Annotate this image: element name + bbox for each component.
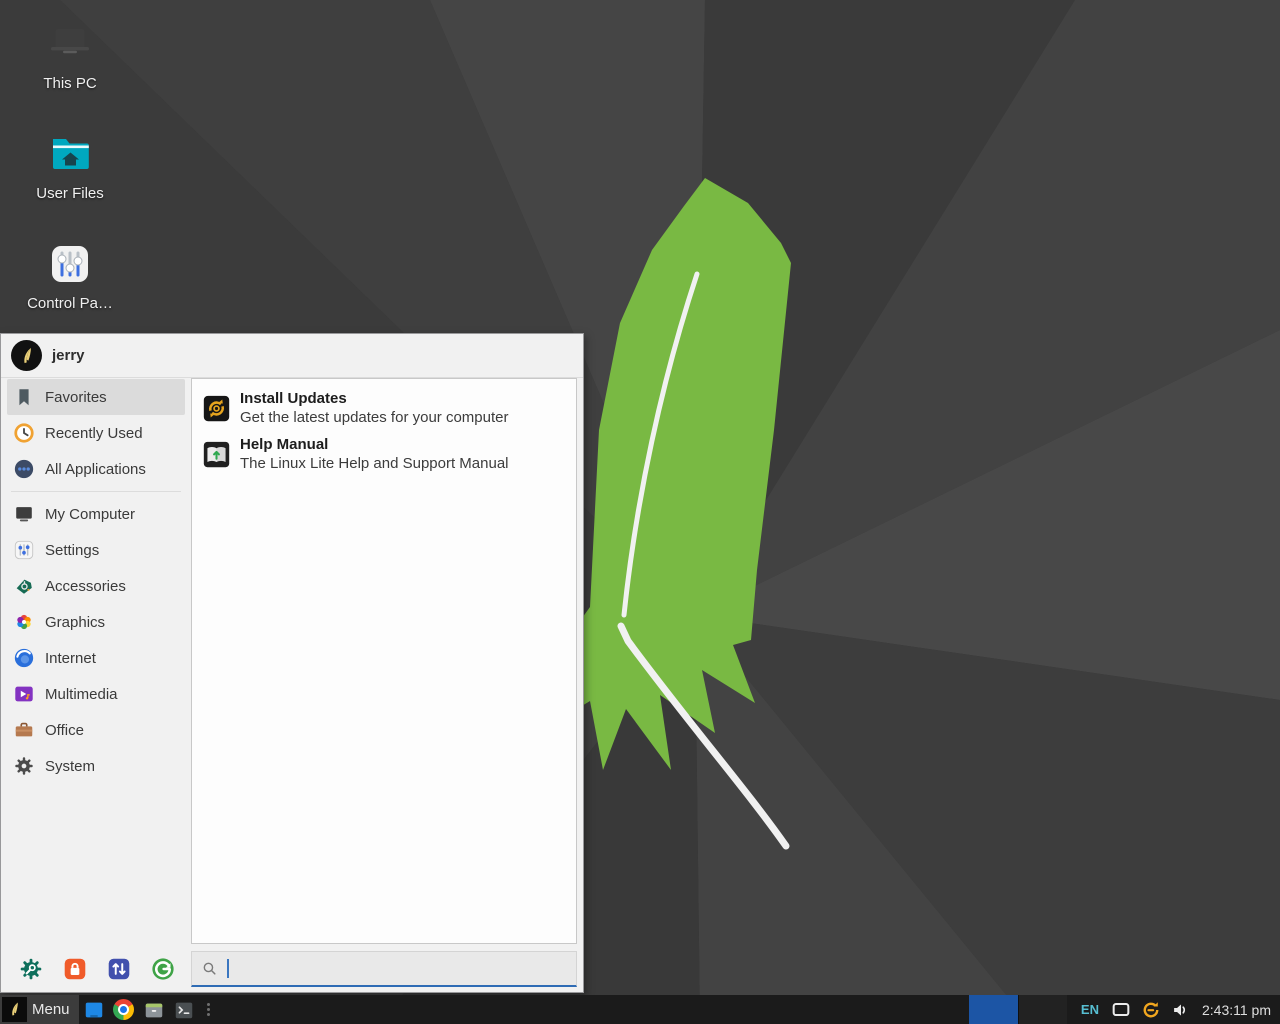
- desktop-screen: This PC User Files Control Pa…: [0, 0, 1280, 1024]
- settings-manager-button[interactable]: [18, 956, 44, 982]
- update-notifier-icon[interactable]: [1140, 999, 1162, 1021]
- show-desktop-button[interactable]: [79, 995, 109, 1024]
- clock-icon: [13, 422, 35, 444]
- menu-search-bar: [191, 951, 577, 987]
- search-input[interactable]: [238, 960, 567, 977]
- sidebar-item-label: Accessories: [45, 578, 126, 595]
- app-title: Help Manual: [240, 435, 509, 454]
- switch-user-button[interactable]: [106, 956, 132, 982]
- app-item-help-manual[interactable]: Help Manual The Linux Lite Help and Supp…: [196, 431, 572, 477]
- file-manager-launcher[interactable]: [139, 995, 169, 1024]
- system-gear-icon: [13, 755, 35, 777]
- desktop-icon-this-pc[interactable]: This PC: [12, 20, 128, 92]
- menu-action-row: [1, 954, 191, 994]
- chrome-launcher[interactable]: [109, 995, 139, 1024]
- menu-header: jerry: [1, 334, 583, 378]
- volume-icon[interactable]: [1170, 999, 1192, 1021]
- sidebar-item-label: Favorites: [45, 389, 107, 406]
- terminal-icon: [173, 999, 195, 1021]
- internet-icon: [13, 647, 35, 669]
- sidebar-item-label: System: [45, 758, 95, 775]
- sidebar-item-label: Multimedia: [45, 686, 118, 703]
- sidebar-item-label: Graphics: [45, 614, 105, 631]
- desktop-icon-control-panel[interactable]: Control Pa…: [12, 240, 128, 312]
- whisker-menu: jerry Favorites Recently Used: [0, 333, 584, 993]
- sidebar-item-label: Settings: [45, 542, 99, 559]
- sidebar-item-label: All Applications: [45, 461, 146, 478]
- all-applications-icon: [13, 458, 35, 480]
- app-item-install-updates[interactable]: Install Updates Get the latest updates f…: [196, 385, 572, 431]
- menu-app-list: Install Updates Get the latest updates f…: [191, 378, 577, 944]
- multimedia-icon: [13, 683, 35, 705]
- sidebar-item-all-applications[interactable]: All Applications: [7, 451, 185, 487]
- bookmark-icon: [13, 386, 35, 408]
- desktop-icon-label: This PC: [43, 75, 96, 92]
- feather-logo-icon: [17, 346, 37, 366]
- panel-grip-handle[interactable]: [207, 1003, 210, 1016]
- sidebar-item-internet[interactable]: Internet: [7, 640, 185, 676]
- sidebar-item-recently-used[interactable]: Recently Used: [7, 415, 185, 451]
- workspace-2[interactable]: [1018, 995, 1067, 1024]
- show-desktop-icon: [83, 999, 105, 1021]
- linux-lite-logo-icon: [2, 997, 27, 1022]
- sidebar-item-settings[interactable]: Settings: [7, 532, 185, 568]
- desktop-icon-user-files[interactable]: User Files: [12, 130, 128, 202]
- log-out-button[interactable]: [150, 956, 176, 982]
- sidebar-separator: [11, 491, 181, 492]
- desktop-icon-label: User Files: [36, 185, 104, 202]
- sidebar-item-multimedia[interactable]: Multimedia: [7, 676, 185, 712]
- desktop-icon-label: Control Pa…: [27, 295, 113, 312]
- home-folder-icon: [46, 130, 94, 178]
- office-icon: [13, 719, 35, 741]
- keyboard-layout-indicator[interactable]: EN: [1081, 1002, 1099, 1017]
- user-avatar[interactable]: [11, 340, 42, 371]
- workspace-1-active[interactable]: [969, 995, 1018, 1024]
- control-panel-icon: [46, 240, 94, 288]
- laptop-icon: [46, 20, 94, 68]
- install-updates-icon: [202, 394, 231, 423]
- lock-screen-button[interactable]: [62, 956, 88, 982]
- sidebar-item-graphics[interactable]: Graphics: [7, 604, 185, 640]
- sidebar-item-my-computer[interactable]: My Computer: [7, 496, 185, 532]
- accessories-icon: [13, 575, 35, 597]
- sidebar-item-label: My Computer: [45, 506, 135, 523]
- text-caret: [227, 959, 229, 978]
- sidebar-item-office[interactable]: Office: [7, 712, 185, 748]
- username: jerry: [52, 347, 85, 364]
- sidebar-item-favorites[interactable]: Favorites: [7, 379, 185, 415]
- app-description: The Linux Lite Help and Support Manual: [240, 454, 509, 473]
- sidebar-item-label: Internet: [45, 650, 96, 667]
- search-icon: [201, 960, 218, 977]
- taskbar: Menu: [0, 995, 1280, 1024]
- sidebar-item-label: Office: [45, 722, 84, 739]
- taskbar-menu-button[interactable]: Menu: [0, 995, 79, 1024]
- menu-button-label: Menu: [32, 1001, 70, 1018]
- system-tray: EN 2:43:11 pm: [969, 995, 1280, 1024]
- file-manager-icon: [143, 999, 165, 1021]
- help-manual-icon: [202, 440, 231, 469]
- settings-sliders-icon: [13, 539, 35, 561]
- graphics-icon: [13, 611, 35, 633]
- sidebar-item-accessories[interactable]: Accessories: [7, 568, 185, 604]
- menu-sidebar: Favorites Recently Used All Applications: [1, 379, 191, 784]
- sidebar-item-label: Recently Used: [45, 425, 143, 442]
- display-tray-icon[interactable]: [1110, 999, 1132, 1021]
- app-title: Install Updates: [240, 389, 508, 408]
- taskbar-clock[interactable]: 2:43:11 pm: [1202, 1002, 1271, 1018]
- app-description: Get the latest updates for your computer: [240, 408, 508, 427]
- terminal-launcher[interactable]: [169, 995, 199, 1024]
- chrome-icon: [113, 999, 134, 1020]
- sidebar-item-system[interactable]: System: [7, 748, 185, 784]
- computer-icon: [13, 503, 35, 525]
